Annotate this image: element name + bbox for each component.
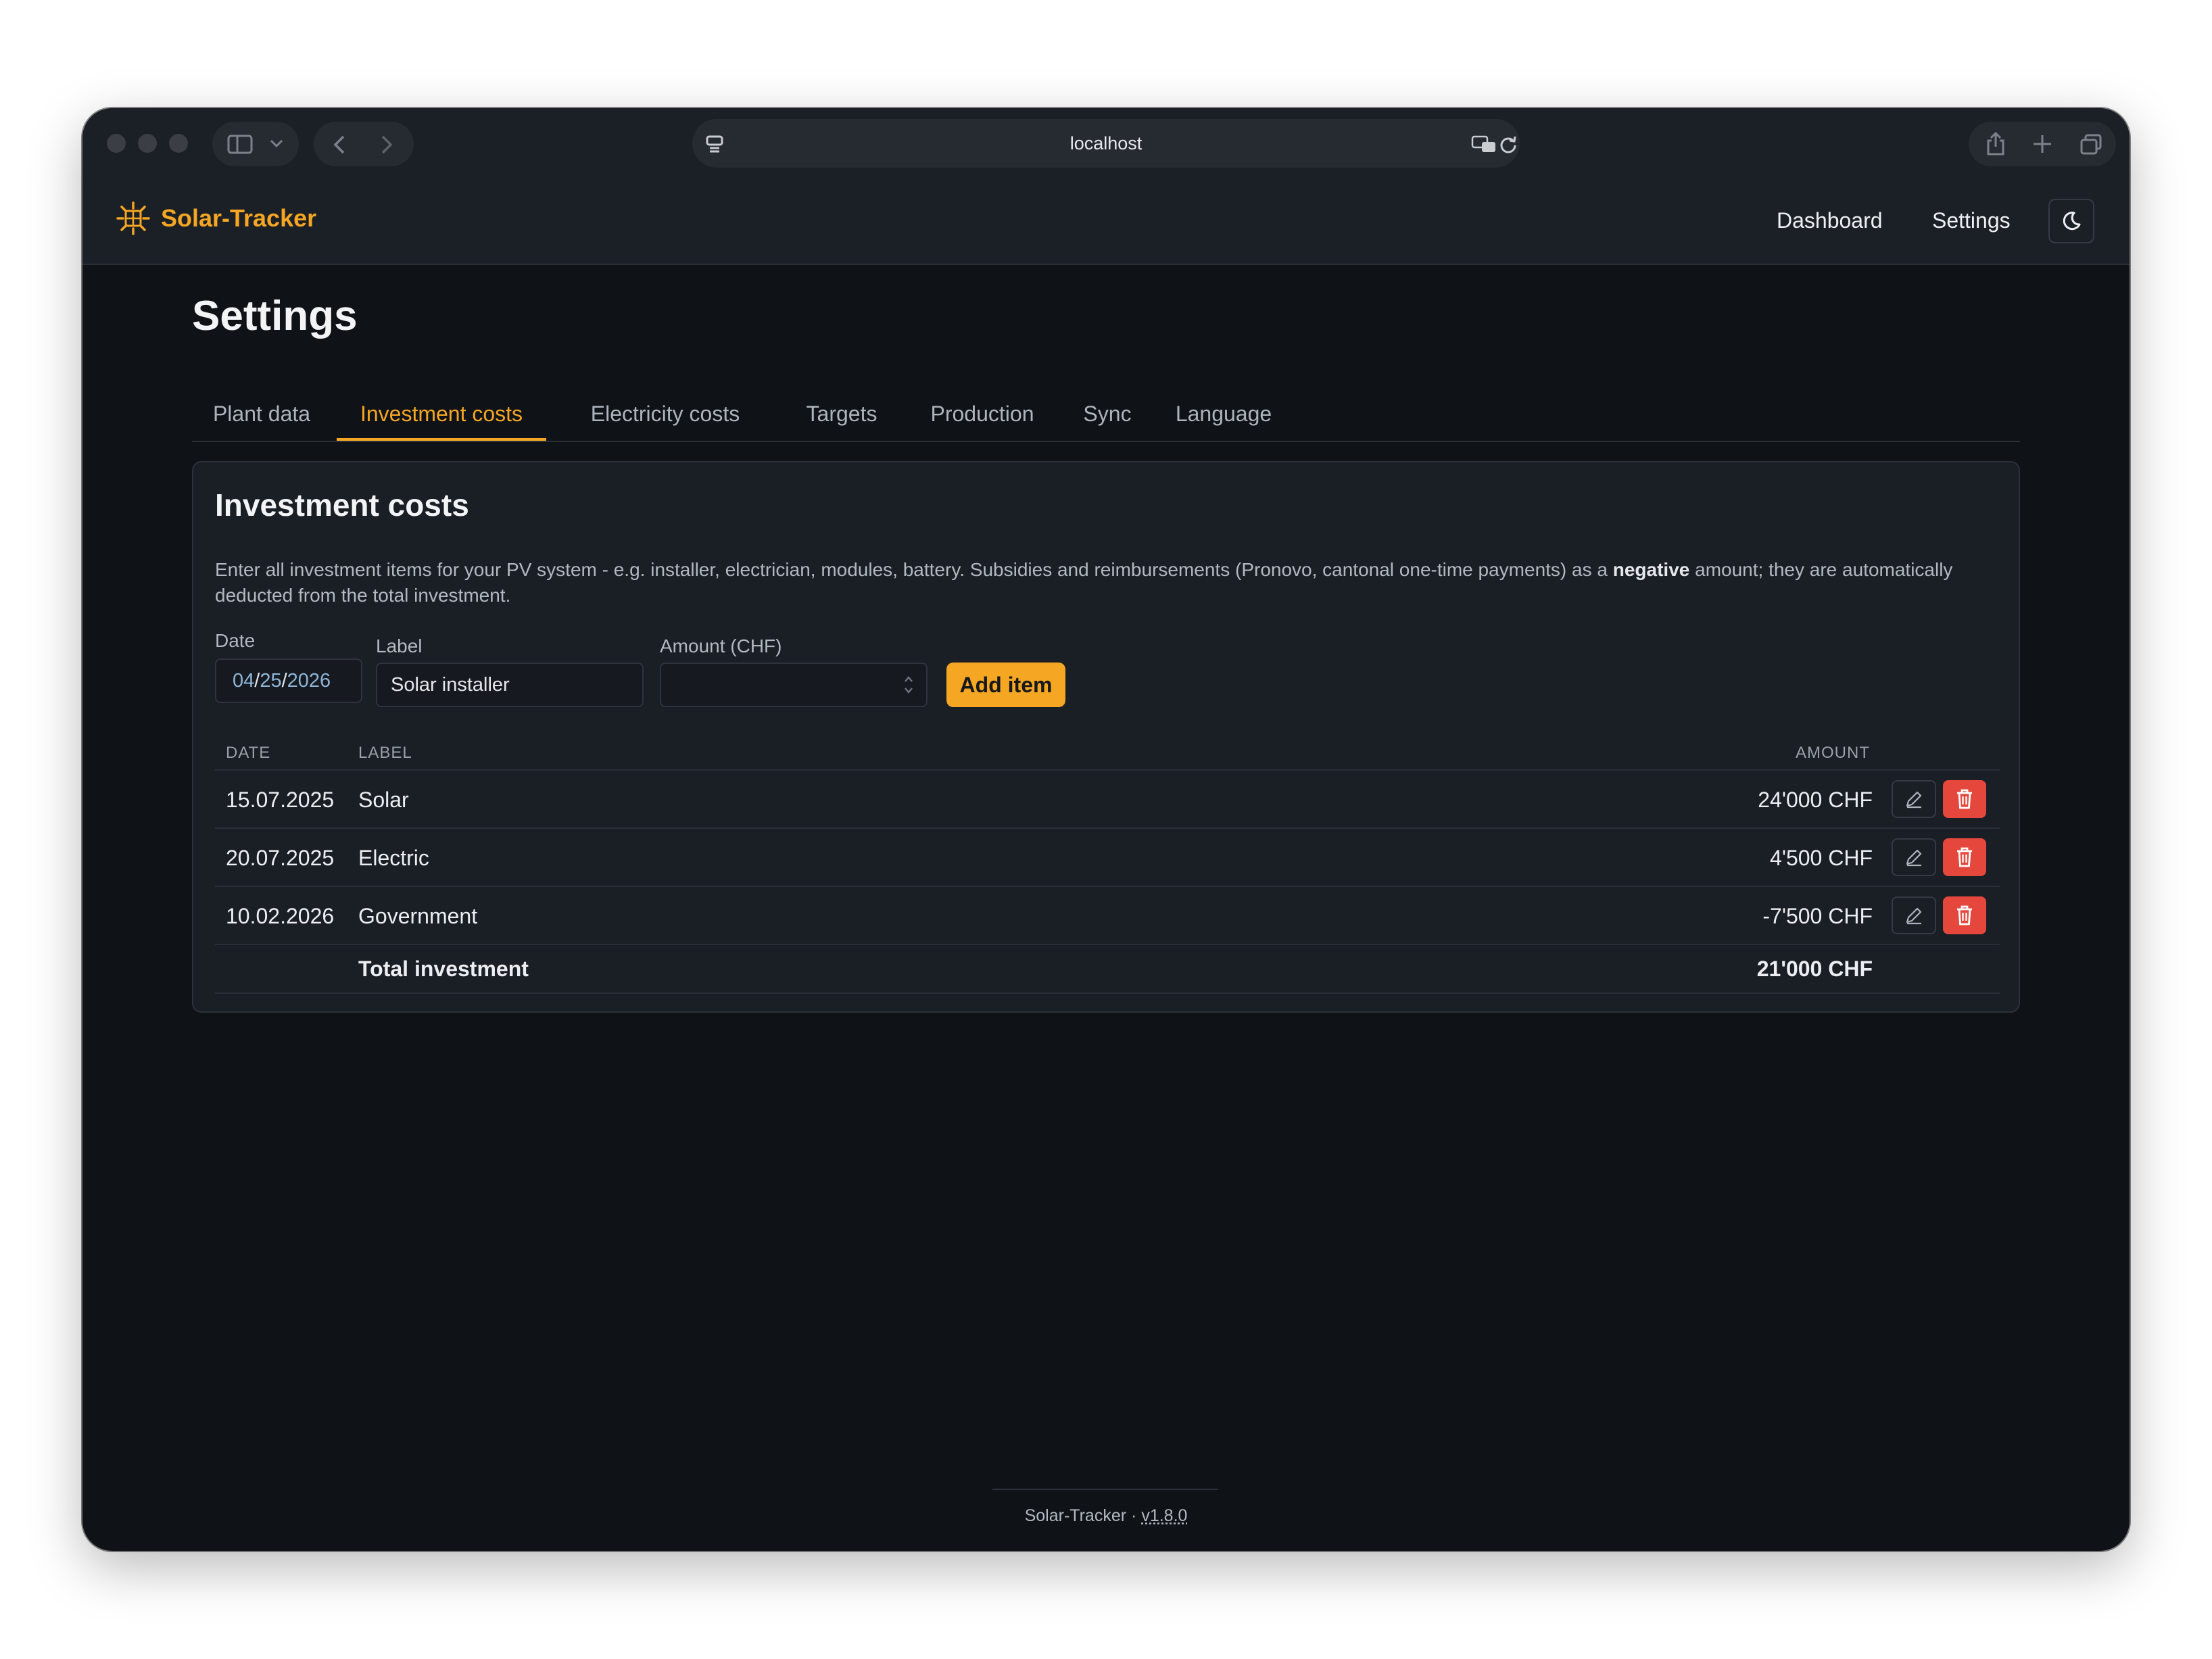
total-row: Total investment 21'000 CHF [215, 944, 2000, 994]
sidebar-toggle-button[interactable] [212, 122, 299, 166]
delete-button[interactable] [1943, 896, 1986, 934]
date-day[interactable]: 25 [260, 670, 281, 692]
footer-divider [992, 1489, 1218, 1490]
page-title: Settings [192, 293, 358, 339]
delete-button[interactable] [1943, 838, 1986, 876]
table-row: 15.07.2025 Solar 24'000 CHF [215, 769, 2000, 829]
trash-icon [1957, 789, 1972, 809]
date-month[interactable]: 04 [233, 670, 254, 692]
moon-icon [2063, 212, 2081, 231]
amount-label: Amount (CHF) [660, 635, 782, 656]
address-bar[interactable]: localhost [692, 119, 1520, 168]
amount-input[interactable] [660, 663, 928, 707]
close-window-button[interactable] [107, 134, 126, 153]
trash-icon [1957, 847, 1972, 867]
theme-toggle-button[interactable] [2048, 199, 2094, 243]
description-emphasis: negative [1612, 559, 1690, 580]
window-actions [1969, 122, 2116, 166]
footer-app-name: Solar-Tracker [1024, 1506, 1127, 1525]
investment-costs-card: Investment costs Enter all investment it… [192, 461, 2020, 1013]
date-label: Date [215, 630, 256, 651]
edit-button[interactable] [1892, 838, 1936, 876]
browser-toolbar: localhost [82, 108, 2130, 178]
number-stepper-icon[interactable] [902, 673, 915, 696]
date-year[interactable]: 2026 [287, 670, 331, 692]
pencil-icon [1906, 791, 1922, 809]
back-arrow-icon[interactable] [331, 134, 347, 155]
footer-version-link[interactable]: v1.8.0 [1141, 1506, 1187, 1525]
table-row: 10.02.2026 Government -7'500 CHF [215, 886, 2000, 945]
delete-button[interactable] [1943, 780, 1986, 818]
card-description: Enter all investment items for your PV s… [215, 557, 2000, 608]
brand-name: Solar-Tracker [161, 204, 317, 232]
tab-language[interactable]: Language [1152, 392, 1295, 441]
row-date: 20.07.2025 [226, 846, 335, 870]
pencil-icon [1906, 907, 1922, 925]
nav-settings-link[interactable]: Settings [1932, 208, 2011, 233]
chevron-down-icon [270, 139, 283, 148]
tab-electricity-costs[interactable]: Electricity costs [550, 392, 780, 441]
row-label: Electric [358, 846, 429, 870]
settings-tabs: Plant data Investment costs Electricity … [192, 392, 2020, 442]
forward-arrow-icon[interactable] [379, 134, 395, 155]
app-header: Solar-Tracker Dashboard Settings [82, 178, 2130, 265]
column-header-date: DATE [226, 744, 271, 762]
tab-plant-data[interactable]: Plant data [192, 392, 331, 441]
card-title: Investment costs [215, 487, 469, 523]
brand-link[interactable]: Solar-Tracker [116, 201, 316, 235]
share-icon[interactable] [1985, 131, 2006, 157]
history-nav [314, 122, 414, 166]
nav-dashboard-link[interactable]: Dashboard [1777, 208, 1883, 233]
edit-button[interactable] [1892, 896, 1936, 934]
column-header-label: LABEL [358, 744, 412, 762]
add-item-button[interactable]: Add item [946, 663, 1065, 707]
row-amount: -7'500 CHF [1762, 904, 1873, 928]
sidebar-icon [227, 135, 253, 154]
tab-overview-icon[interactable] [2079, 134, 2102, 155]
description-text: Enter all investment items for your PV s… [215, 559, 1613, 580]
table-row: 20.07.2025 Electric 4'500 CHF [215, 827, 2000, 887]
edit-button[interactable] [1892, 780, 1936, 818]
total-label: Total investment [358, 957, 529, 981]
label-field-label: Label [376, 635, 423, 656]
translate-icon[interactable] [1471, 134, 1498, 154]
row-date: 10.02.2026 [226, 904, 335, 928]
date-input[interactable]: 04/25/2026 [215, 658, 362, 703]
footer: Solar-Tracker · v1.8.0 [82, 1506, 2130, 1526]
minimize-window-button[interactable] [138, 134, 157, 153]
zoom-window-button[interactable] [169, 134, 188, 153]
address-text: localhost [1069, 133, 1143, 153]
tab-investment-costs[interactable]: Investment costs [337, 392, 546, 441]
column-header-amount: AMOUNT [1796, 744, 1870, 762]
pencil-icon [1906, 849, 1922, 867]
tab-sync[interactable]: Sync [1065, 392, 1149, 441]
trash-icon [1957, 905, 1972, 925]
reload-icon[interactable] [1498, 134, 1518, 154]
label-input[interactable]: Solar installer [376, 663, 644, 707]
new-tab-icon[interactable] [2032, 134, 2052, 154]
row-label: Solar [358, 788, 409, 812]
row-amount: 24'000 CHF [1758, 788, 1873, 812]
total-amount: 21'000 CHF [1756, 957, 1873, 981]
footer-separator: · [1131, 1506, 1137, 1525]
browser-window: localhost Solar-Tracker Dashboard Settin… [82, 108, 2130, 1551]
row-date: 15.07.2025 [226, 788, 335, 812]
row-label: Government [358, 904, 478, 928]
sun-icon [116, 201, 150, 235]
tab-production[interactable]: Production [903, 392, 1061, 441]
row-amount: 4'500 CHF [1770, 846, 1873, 870]
tab-targets[interactable]: Targets [784, 392, 899, 441]
